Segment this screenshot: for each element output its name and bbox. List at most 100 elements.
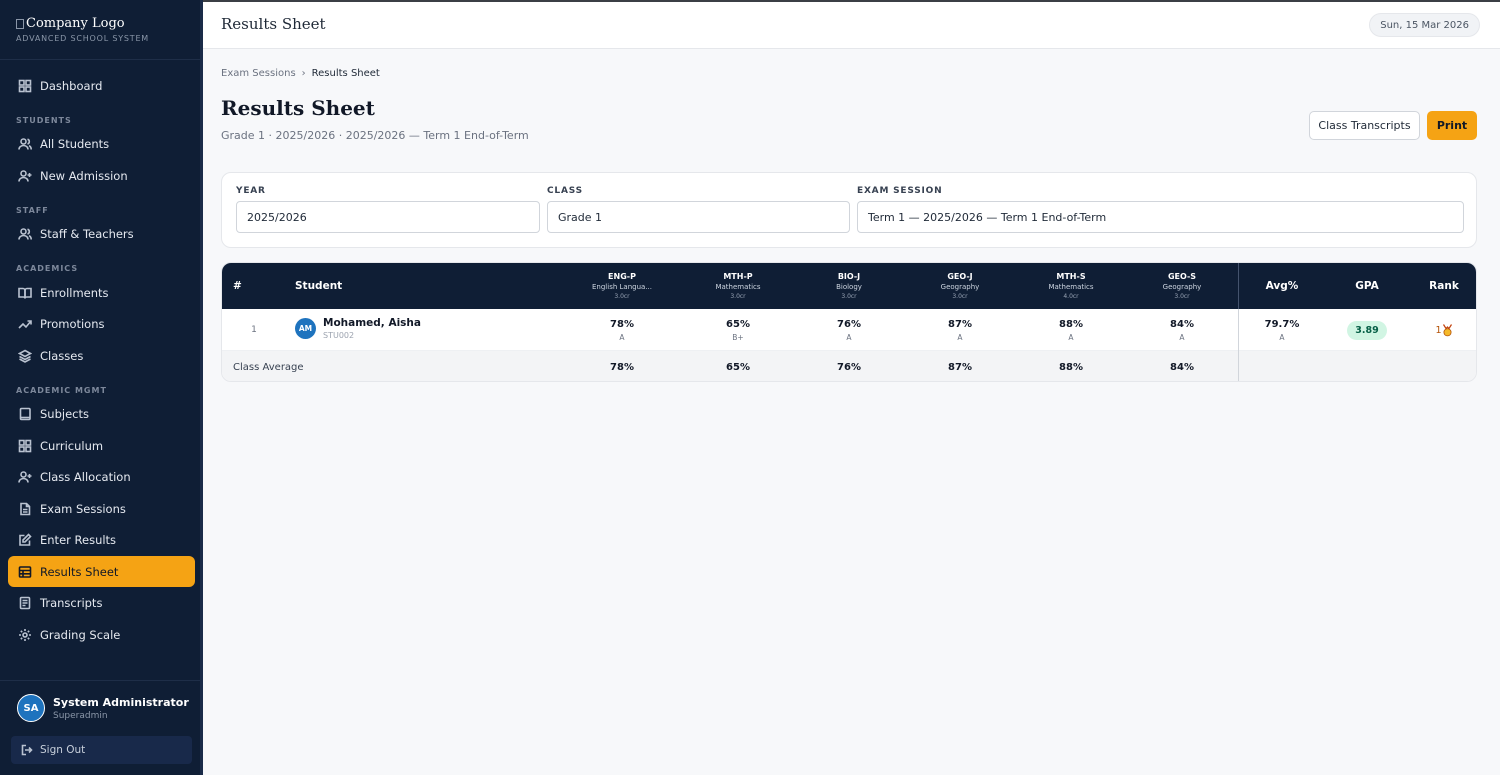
sidebar-item-label: Enrollments bbox=[40, 285, 109, 300]
breadcrumb: Exam Sessions › Results Sheet bbox=[221, 68, 380, 79]
sidebar-item-enter-results[interactable]: Enter Results bbox=[8, 525, 195, 556]
column-header-num: # bbox=[233, 280, 242, 292]
column-header-subject: MTH-S Mathematics 4.0cr bbox=[1031, 263, 1111, 309]
company-logo[interactable]: Company Logo bbox=[16, 16, 187, 31]
sidebar-item-label: Enter Results bbox=[40, 533, 117, 547]
sidebar-item-subjects[interactable]: Subjects bbox=[8, 399, 195, 430]
sidebar-item-grading-scale[interactable]: Grading Scale bbox=[8, 619, 195, 650]
exam-session-label: EXAM SESSION bbox=[857, 186, 943, 196]
class-average-row: Class Average 78% 65% 76% 87% 88% 84% bbox=[222, 351, 1476, 381]
topbar-title: Results Sheet bbox=[221, 15, 326, 33]
subject-name: Geography bbox=[1162, 283, 1202, 291]
sidebar-nav: Dashboard STUDENTS All Students New Admi… bbox=[0, 60, 203, 650]
subject-code: ENG-P bbox=[608, 272, 636, 281]
company-logo-alt: Company Logo bbox=[26, 16, 125, 31]
column-header-student: Student bbox=[295, 280, 343, 292]
trend-up-icon bbox=[18, 317, 32, 331]
student-cell: AM Mohamed, Aisha STU002 bbox=[295, 317, 421, 340]
sidebar-item-label: Grading Scale bbox=[40, 627, 121, 642]
subject-code: BIO-J bbox=[837, 272, 861, 281]
sidebar-item-class-allocation[interactable]: Class Allocation bbox=[8, 462, 195, 493]
sign-out-label: Sign Out bbox=[40, 744, 86, 756]
section-heading-academics: ACADEMICS bbox=[16, 264, 79, 273]
sidebar-item-curriculum[interactable]: Curriculum bbox=[8, 430, 195, 461]
subject-credits: 3.0cr bbox=[841, 293, 857, 300]
sidebar-item-label: Subjects bbox=[40, 407, 89, 421]
class-transcripts-button[interactable]: Class Transcripts bbox=[1309, 111, 1420, 140]
user-name: System Administrator bbox=[53, 695, 189, 709]
exam-session-select[interactable]: Term 1 — 2025/2026 — Term 1 End-of-Term bbox=[857, 201, 1464, 233]
column-header-subject: GEO-J Geography 3.0cr bbox=[920, 263, 1000, 309]
class-average-value: 88% bbox=[1059, 361, 1083, 373]
score-cell: 84% A bbox=[1142, 309, 1222, 351]
brand-subtitle: ADVANCED SCHOOL SYSTEM bbox=[16, 34, 150, 43]
score-grade: A bbox=[846, 332, 852, 342]
sidebar-scrollbar[interactable] bbox=[200, 0, 203, 775]
table-header: # Student ENG-P English Langua... 3.0cr … bbox=[222, 263, 1476, 309]
column-header-gpa: GPA bbox=[1355, 280, 1379, 292]
sidebar-item-staff-teachers[interactable]: Staff & Teachers bbox=[8, 219, 195, 250]
sign-out-button[interactable]: Sign Out bbox=[11, 736, 192, 764]
class-label: CLASS bbox=[547, 186, 583, 196]
logout-icon bbox=[21, 744, 33, 756]
student-name[interactable]: Mohamed, Aisha bbox=[323, 317, 421, 329]
sidebar-item-new-admission[interactable]: New Admission bbox=[8, 160, 195, 191]
sidebar-item-label: Results Sheet bbox=[40, 564, 119, 579]
medal-icon bbox=[1442, 323, 1452, 336]
sidebar-item-dashboard[interactable]: Dashboard bbox=[8, 70, 195, 101]
student-id: STU002 bbox=[323, 331, 355, 340]
column-header-subject: BIO-J Biology 3.0cr bbox=[809, 263, 889, 309]
sidebar-item-label: All Students bbox=[40, 137, 110, 151]
document-icon bbox=[18, 596, 32, 610]
file-text-icon bbox=[18, 502, 32, 516]
score-grade: A bbox=[957, 332, 963, 342]
column-header-rank: Rank bbox=[1429, 280, 1459, 292]
year-select[interactable]: 2025/2026 bbox=[236, 201, 540, 233]
subject-credits: 3.0cr bbox=[952, 293, 968, 300]
users-icon bbox=[18, 227, 32, 241]
score-percent: 87% bbox=[948, 318, 972, 330]
score-percent: 84% bbox=[1170, 318, 1194, 330]
average-cell: 79.7% A bbox=[1242, 309, 1322, 351]
print-button[interactable]: Print bbox=[1427, 111, 1477, 140]
table-icon bbox=[18, 565, 32, 579]
sidebar-item-all-students[interactable]: All Students bbox=[8, 129, 195, 160]
breadcrumb-exam-sessions[interactable]: Exam Sessions bbox=[221, 68, 296, 79]
subject-credits: 3.0cr bbox=[614, 293, 630, 300]
class-average-value: 84% bbox=[1170, 361, 1194, 373]
score-grade: A bbox=[619, 332, 625, 342]
sidebar-item-exam-sessions[interactable]: Exam Sessions bbox=[8, 493, 195, 524]
sidebar-item-enrollments[interactable]: Enrollments bbox=[8, 277, 195, 308]
column-divider bbox=[1238, 309, 1239, 381]
column-header-subject: GEO-S Geography 3.0cr bbox=[1142, 263, 1222, 309]
score-cell: 87% A bbox=[920, 309, 1000, 351]
section-heading-students: STUDENTS bbox=[16, 115, 72, 125]
sidebar-item-promotions[interactable]: Promotions bbox=[8, 309, 195, 340]
subject-credits: 3.0cr bbox=[730, 293, 746, 300]
grid-icon bbox=[18, 79, 32, 93]
book-icon bbox=[18, 407, 32, 421]
user-profile[interactable]: SA System Administrator Superadmin bbox=[0, 681, 203, 722]
column-header-avg: Avg% bbox=[1265, 280, 1299, 292]
class-select[interactable]: Grade 1 bbox=[547, 201, 850, 233]
class-filter: CLASS Grade 1 bbox=[547, 186, 850, 233]
sidebar-item-label: Staff & Teachers bbox=[40, 227, 134, 241]
table-row[interactable]: 1 AM Mohamed, Aisha STU002 78% A 65% B+ 76… bbox=[222, 309, 1476, 351]
sidebar-item-classes[interactable]: Classes bbox=[8, 340, 195, 371]
sidebar-item-results-sheet[interactable]: Results Sheet bbox=[8, 556, 195, 587]
subject-code: GEO-J bbox=[947, 272, 973, 281]
class-average-label: Class Average bbox=[233, 361, 304, 373]
subject-name: English Langua... bbox=[592, 283, 652, 291]
avatar: SA bbox=[17, 694, 45, 722]
sidebar-item-label: Class Allocation bbox=[40, 470, 131, 484]
brand: Company Logo ADVANCED SCHOOL SYSTEM bbox=[0, 0, 203, 60]
column-header-subject: ENG-P English Langua... 3.0cr bbox=[582, 263, 662, 309]
sidebar-item-label: Transcripts bbox=[40, 596, 103, 610]
sidebar-item-transcripts[interactable]: Transcripts bbox=[8, 588, 195, 619]
subject-code: GEO-S bbox=[1167, 272, 1197, 281]
score-grade: A bbox=[1179, 332, 1185, 342]
subject-name: Mathematics bbox=[1048, 283, 1094, 291]
sidebar-item-label: Exam Sessions bbox=[40, 501, 126, 516]
sidebar: Company Logo ADVANCED SCHOOL SYSTEM Dash… bbox=[0, 0, 203, 775]
class-average-value: 65% bbox=[726, 361, 750, 373]
